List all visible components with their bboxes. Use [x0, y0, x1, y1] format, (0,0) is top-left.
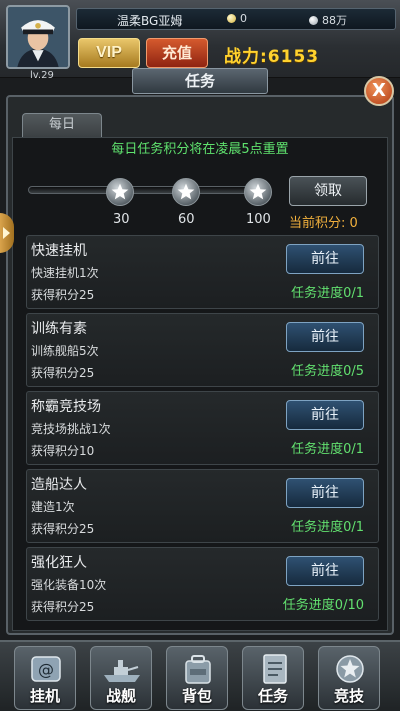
- nav-backpack[interactable]: 背包: [166, 646, 228, 710]
- task-item: 快速挂机 快速挂机1次 获得积分25 前往 任务进度0/1: [26, 235, 379, 309]
- task-points: 获得积分25: [31, 366, 95, 380]
- go-button[interactable]: 前往: [286, 322, 364, 352]
- task-progress: 任务进度0/1: [291, 520, 364, 535]
- vip-button[interactable]: VIP: [78, 38, 140, 68]
- task-item: 称霸竞技场 竞技场挑战1次 获得积分10 前往 任务进度0/1: [26, 391, 379, 465]
- task-points: 获得积分25: [31, 600, 95, 614]
- tab-daily[interactable]: 每日: [22, 113, 102, 137]
- warship-icon: [102, 651, 142, 687]
- window-title: 任务: [132, 68, 268, 94]
- top-header: lv.29 温柔BG亚姆 0 88万 VIP 充值 战力:6153: [0, 0, 400, 81]
- bottom-nav: @ 挂机 战舰 背包 任务 竞技: [0, 640, 400, 711]
- go-button[interactable]: 前往: [286, 244, 364, 274]
- task-points: 获得积分10: [31, 444, 95, 458]
- star-badge-icon[interactable]: [172, 178, 200, 206]
- coin-icon: [309, 16, 318, 25]
- recharge-button[interactable]: 充值: [146, 38, 208, 68]
- close-icon[interactable]: X: [364, 76, 394, 106]
- player-info-bar: 温柔BG亚姆 0 88万: [76, 8, 396, 30]
- nav-label: 任务: [257, 687, 288, 705]
- task-desc: 强化装备10次: [31, 578, 107, 592]
- task-points: 获得积分25: [31, 522, 95, 536]
- task-item: 造船达人 建造1次 获得积分25 前往 任务进度0/1: [26, 469, 379, 543]
- current-points: 当前积分: 0: [289, 216, 358, 231]
- star-badge-icon[interactable]: [244, 178, 272, 206]
- milestone-label: 60: [178, 212, 195, 227]
- go-button[interactable]: 前往: [286, 400, 364, 430]
- go-button[interactable]: 前往: [286, 478, 364, 508]
- task-progress: 任务进度0/1: [291, 442, 364, 457]
- milestone-label: 100: [246, 212, 271, 227]
- nav-label: 背包: [181, 687, 212, 705]
- nav-idle[interactable]: @ 挂机: [14, 646, 76, 710]
- reset-note: 每日任务积分将在凌晨5点重置: [111, 142, 289, 157]
- task-desc: 建造1次: [31, 500, 75, 514]
- task-title: 训练有素: [31, 321, 87, 337]
- coin-counter: 88万: [309, 12, 347, 28]
- combat-power: 战力:6153: [224, 47, 320, 67]
- task-item: 训练有素 训练舰船5次 获得积分25 前往 任务进度0/5: [26, 313, 379, 387]
- nav-label: 战舰: [105, 687, 136, 705]
- task-title: 称霸竞技场: [31, 399, 101, 415]
- officer-portrait-icon: [8, 7, 68, 67]
- task-title: 快速挂机: [31, 243, 87, 259]
- nav-label: 挂机: [29, 687, 60, 705]
- gem-value: 0: [240, 12, 247, 25]
- task-desc: 竞技场挑战1次: [31, 422, 111, 436]
- nav-arena[interactable]: 竞技: [318, 646, 380, 710]
- task-item: 强化狂人 强化装备10次 获得积分25 前往 任务进度0/10: [26, 547, 379, 621]
- task-progress: 任务进度0/5: [291, 364, 364, 379]
- milestone-label: 30: [113, 212, 130, 227]
- gem-icon: [227, 14, 236, 23]
- points-progress-track: [28, 186, 268, 194]
- task-progress: 任务进度0/10: [282, 598, 364, 613]
- star-badge-icon[interactable]: [106, 178, 134, 206]
- avatar[interactable]: [6, 5, 70, 69]
- task-list-icon: [254, 651, 294, 687]
- gem-counter: 0: [227, 12, 247, 25]
- nav-warship[interactable]: 战舰: [90, 646, 152, 710]
- idle-mail-icon: @: [26, 651, 66, 687]
- task-points: 获得积分25: [31, 288, 95, 302]
- claim-button[interactable]: 领取: [289, 176, 367, 206]
- nav-tasks[interactable]: 任务: [242, 646, 304, 710]
- nav-label: 竞技: [333, 687, 364, 705]
- coin-value: 88万: [322, 14, 347, 27]
- go-button[interactable]: 前往: [286, 556, 364, 586]
- task-title: 强化狂人: [31, 555, 87, 571]
- task-title: 造船达人: [31, 477, 87, 493]
- task-progress: 任务进度0/1: [291, 286, 364, 301]
- player-level: lv.29: [30, 70, 54, 81]
- player-name: 温柔BG亚姆: [117, 14, 183, 28]
- task-desc: 训练舰船5次: [31, 344, 99, 358]
- backpack-icon: [178, 651, 218, 687]
- task-desc: 快速挂机1次: [31, 266, 99, 280]
- svg-text:@: @: [38, 660, 54, 679]
- arena-emblem-icon: [330, 651, 370, 687]
